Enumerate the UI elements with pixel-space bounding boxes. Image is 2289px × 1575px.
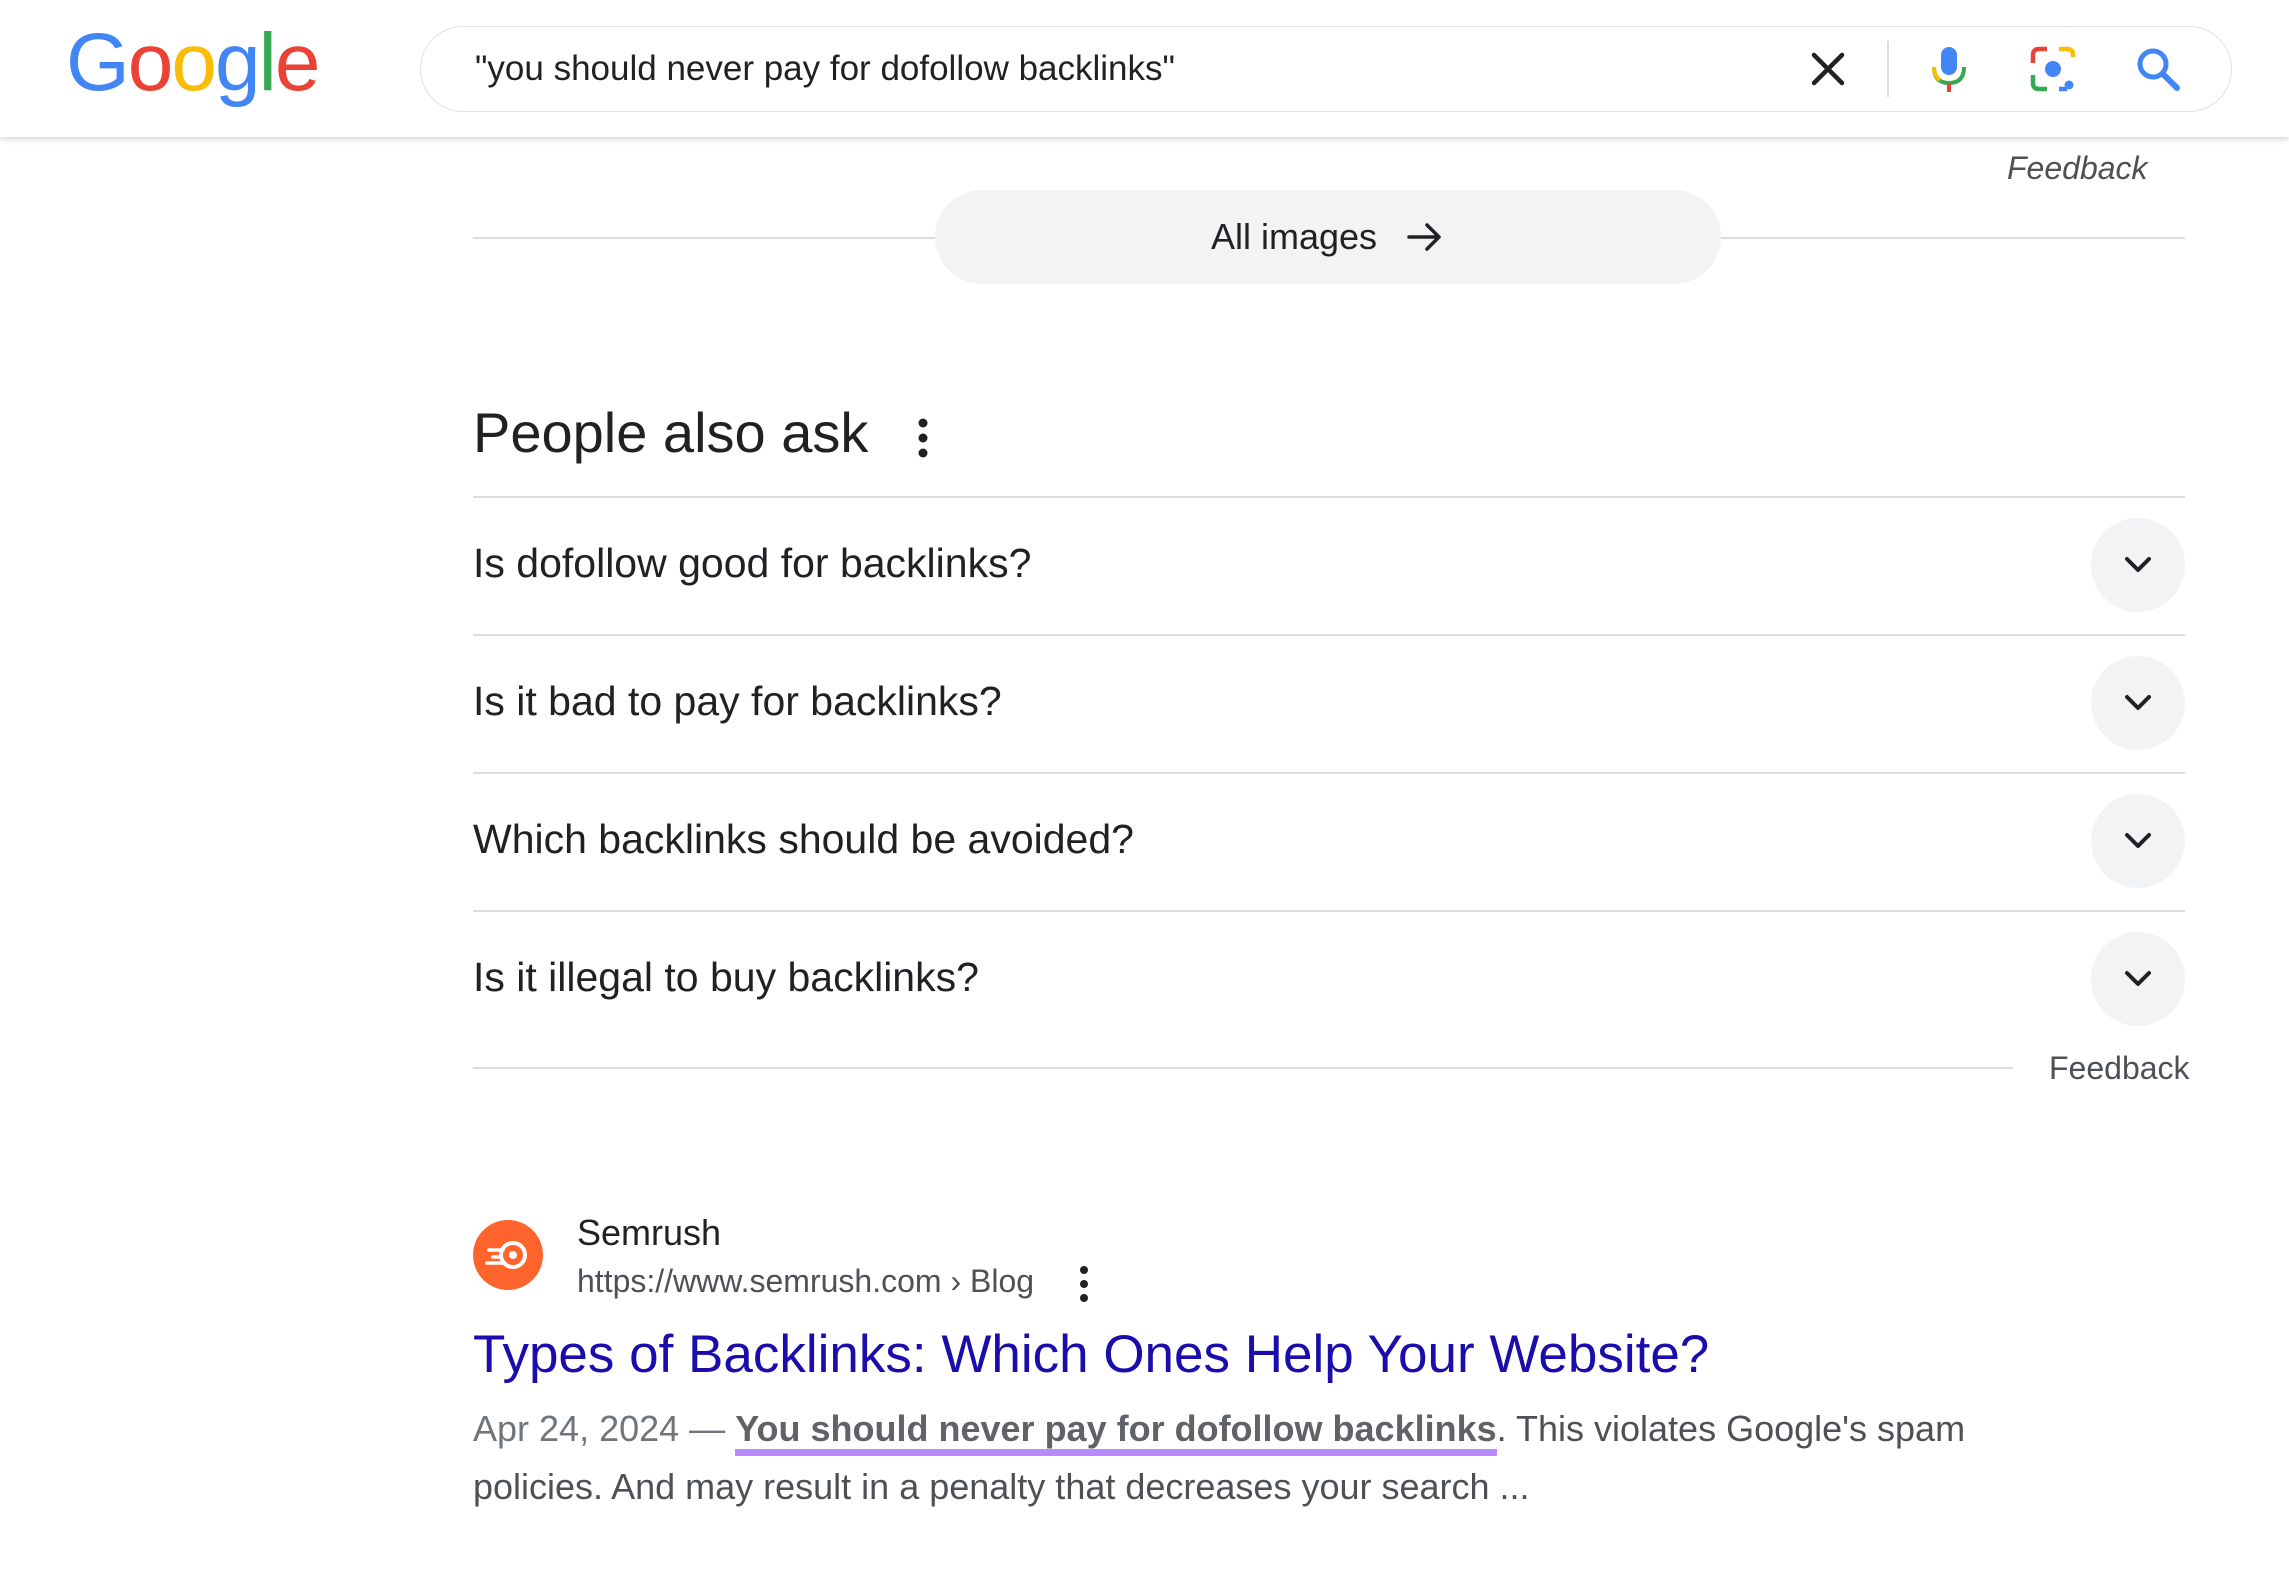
google-logo[interactable]: Google [66,22,320,104]
paa-question-item[interactable]: Is it illegal to buy backlinks? [473,910,2185,1047]
microphone-icon[interactable] [1923,43,1975,95]
paa-feedback-link[interactable]: Feedback [2049,1050,2190,1087]
result-snippet: Apr 24, 2024 — You should never pay for … [473,1400,2093,1516]
logo-letter: g [215,17,261,108]
paa-question-text: Is dofollow good for backlinks? [473,540,1032,586]
search-input[interactable]: "you should never pay for dofollow backl… [475,49,1175,89]
more-vert-icon[interactable] [1069,1262,1099,1306]
paa-question-item[interactable]: Is it bad to pay for backlinks? [473,634,2185,771]
paa-question-text: Is it bad to pay for backlinks? [473,678,1002,724]
paa-question-item[interactable]: Which backlinks should be avoided? [473,772,2185,909]
result-site-name[interactable]: Semrush [577,1212,721,1254]
search-divider [1887,41,1889,97]
result-url[interactable]: https://www.semrush.com › Blog [577,1263,1034,1300]
logo-letter: l [258,17,277,108]
logo-letter: o [171,17,217,108]
snippet-highlight: You should never pay for dofollow backli… [735,1408,1497,1456]
divider-line [473,1067,2013,1069]
result-date: Apr 24, 2024 — [473,1408,726,1449]
logo-letter: e [274,17,321,108]
search-icon[interactable] [2132,43,2184,95]
more-vert-icon[interactable] [908,414,938,462]
arrow-right-icon [1407,223,1441,251]
people-also-ask-title: People also ask [473,401,869,464]
search-header: Google "you should never pay for dofollo… [0,0,2289,137]
clear-icon[interactable] [1806,47,1850,91]
paa-question-item[interactable]: Is dofollow good for backlinks? [473,496,2185,633]
logo-letter: G [66,17,130,108]
search-box[interactable]: "you should never pay for dofollow backl… [420,26,2232,112]
all-images-button[interactable]: All images [935,190,1721,284]
paa-question-text: Which backlinks should be avoided? [473,816,1134,862]
chevron-down-icon[interactable] [2091,794,2185,888]
chevron-down-icon[interactable] [2091,932,2185,1026]
semrush-favicon-icon[interactable] [473,1220,543,1290]
lens-camera-icon[interactable] [2027,43,2079,95]
paa-question-text: Is it illegal to buy backlinks? [473,954,979,1000]
result-title-link[interactable]: Types of Backlinks: Which Ones Help Your… [473,1324,1709,1385]
chevron-down-icon[interactable] [2091,656,2185,750]
images-feedback-link[interactable]: Feedback [2007,150,2148,187]
chevron-down-icon[interactable] [2091,518,2185,612]
all-images-label: All images [1210,216,1378,257]
logo-letter: o [127,17,174,108]
